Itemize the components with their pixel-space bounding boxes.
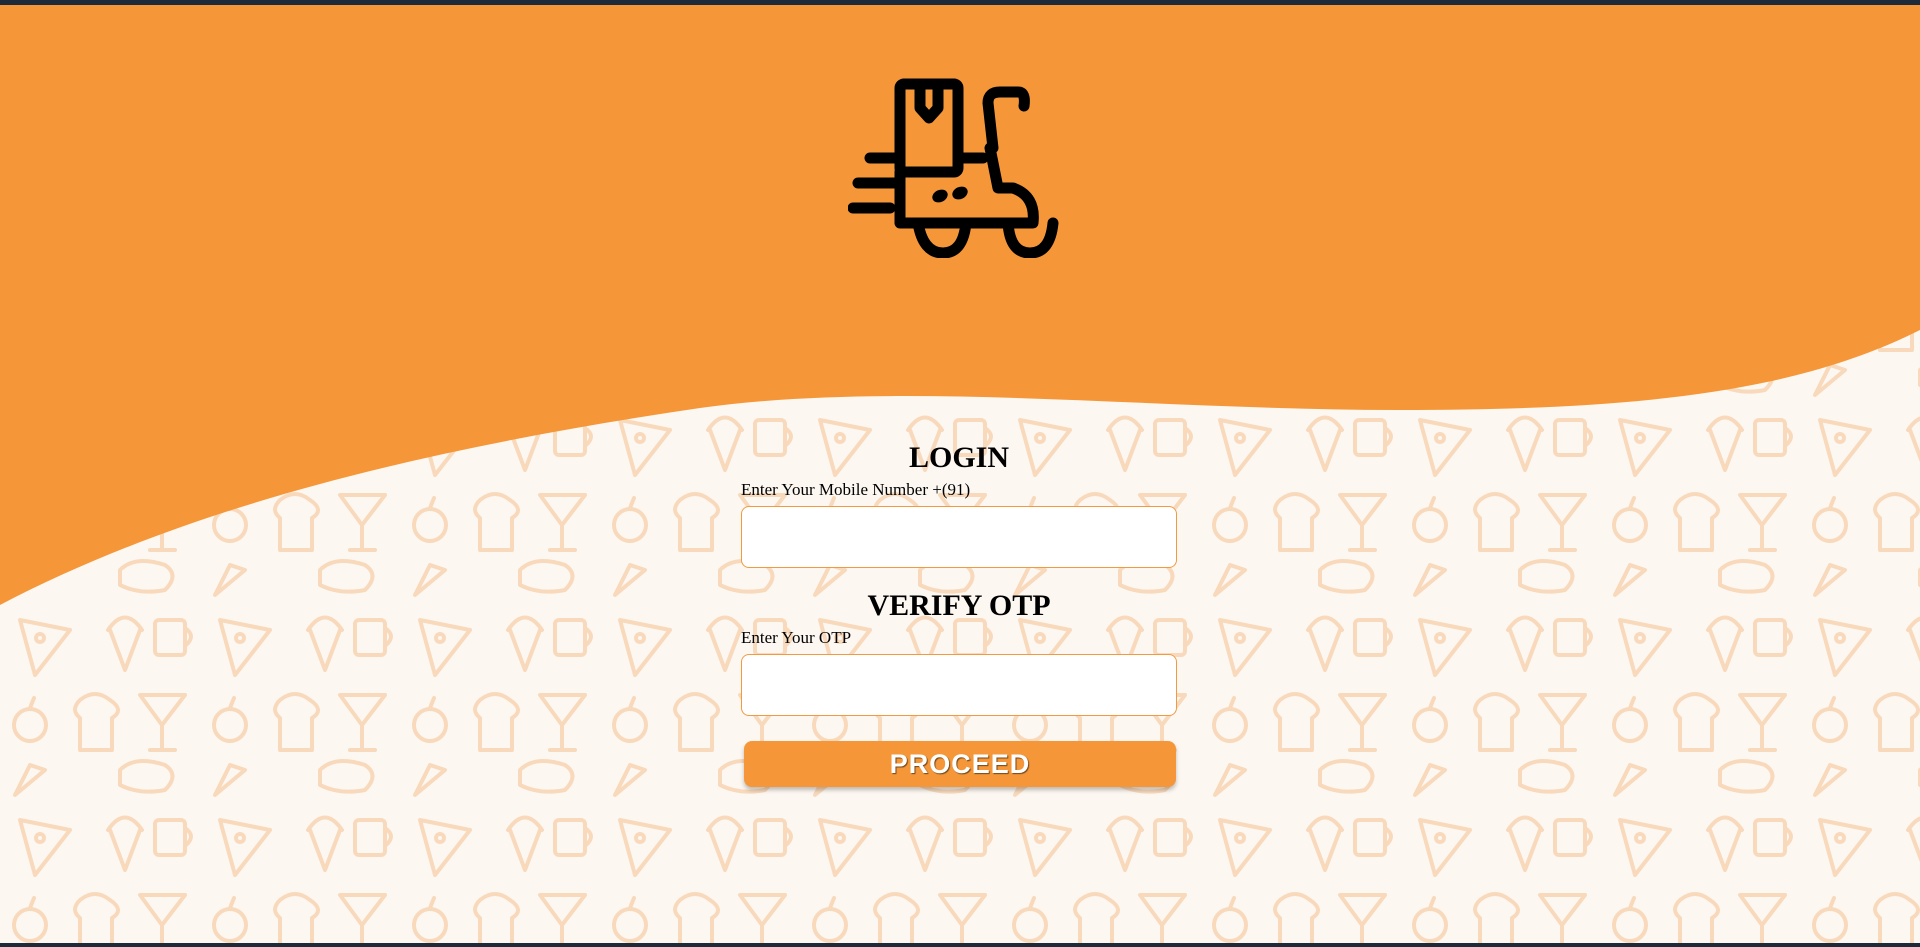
verify-otp-heading: VERIFY OTP [867,589,1051,622]
mobile-number-label: Enter Your Mobile Number +(91) [741,480,971,499]
login-heading: LOGIN [908,441,1010,474]
top-border [0,0,1920,5]
otp-input[interactable] [741,654,1177,716]
delivery-scooter-icon [848,78,1059,258]
mobile-number-input[interactable] [741,506,1177,568]
bottom-border [0,943,1920,947]
login-form: LOGIN Enter Your Mobile Number +(91) VER… [741,436,1177,787]
proceed-button[interactable]: PROCEED [744,741,1176,787]
otp-label: Enter Your OTP [741,628,852,647]
